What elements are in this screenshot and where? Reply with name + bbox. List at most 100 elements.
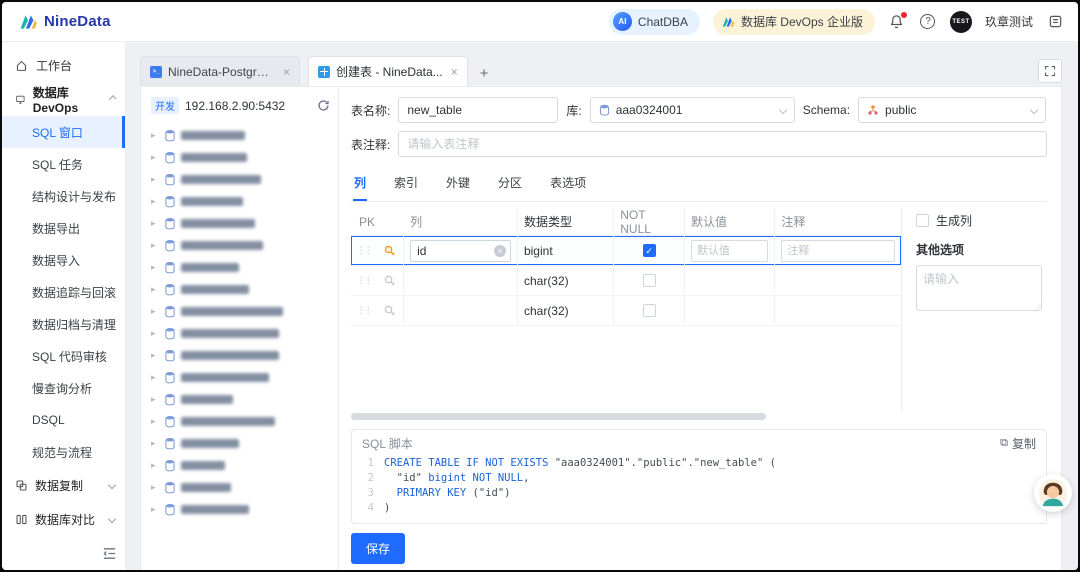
column-row[interactable]: ⋮⋮ char(32) (351, 266, 901, 296)
tree-item[interactable]: ▸ (151, 212, 330, 234)
not-null-checkbox[interactable] (642, 244, 656, 257)
sidebar-item-data-archive-clean[interactable]: 数据归档与清理 (2, 308, 125, 340)
tree-item[interactable]: ▸ (151, 168, 330, 190)
other-options-input[interactable] (916, 265, 1042, 311)
tree-item[interactable]: ▸ (151, 410, 330, 432)
notification-bell-icon[interactable] (888, 11, 907, 31)
column-row[interactable]: ⋮⋮ char(32) (351, 296, 901, 326)
docs-icon[interactable] (1046, 13, 1064, 31)
avatar[interactable]: TEST (949, 10, 972, 33)
sidebar-group-database-compare[interactable]: 数据库对比 (2, 502, 125, 536)
database-select[interactable]: aaa0324001 (589, 97, 795, 123)
tree-item[interactable]: ▸ (151, 366, 330, 388)
close-icon[interactable]: × (283, 65, 290, 79)
edition-badge[interactable]: 数据库 DevOps 企业版 (712, 8, 875, 35)
expand-caret-icon[interactable]: ▸ (151, 394, 159, 405)
tree-item[interactable]: ▸ (151, 278, 330, 300)
not-null-checkbox[interactable] (642, 274, 656, 287)
expand-caret-icon[interactable]: ▸ (151, 372, 159, 383)
drag-handle-icon[interactable]: ⋮⋮ (357, 275, 373, 286)
tree-item[interactable]: ▸ (151, 190, 330, 212)
generated-column-checkbox[interactable] (916, 214, 929, 227)
tab-columns[interactable]: 列 (353, 169, 368, 201)
expand-caret-icon[interactable]: ▸ (151, 504, 159, 515)
close-icon[interactable]: × (451, 65, 458, 79)
sidebar-item-sql-task[interactable]: SQL 任务 (2, 148, 125, 180)
expand-caret-icon[interactable]: ▸ (151, 152, 159, 163)
column-type[interactable]: char(32) (524, 304, 569, 318)
expand-caret-icon[interactable]: ▸ (151, 482, 159, 493)
sidebar-group-data-replication[interactable]: 数据复制 (2, 468, 125, 502)
default-value-input[interactable] (691, 239, 769, 262)
sidebar-group-devops[interactable]: 数据库 DevOps (2, 82, 125, 116)
tree-item[interactable]: ▸ (151, 300, 330, 322)
tab-indexes[interactable]: 索引 (393, 169, 419, 201)
expand-caret-icon[interactable]: ▸ (151, 240, 159, 251)
tree-item[interactable]: ▸ (151, 454, 330, 476)
comment-input[interactable] (781, 239, 895, 262)
expand-caret-icon[interactable]: ▸ (151, 218, 159, 229)
drag-handle-icon[interactable]: ⋮⋮ (357, 305, 373, 316)
help-icon[interactable]: ? (919, 13, 937, 31)
sidebar-item-sql-window[interactable]: SQL 窗口 (2, 116, 125, 148)
connection-address[interactable]: 192.168.2.90:5432 (185, 99, 285, 113)
expand-caret-icon[interactable]: ▸ (151, 306, 159, 317)
clear-icon[interactable]: × (493, 244, 506, 257)
tree-item[interactable]: ▸ (151, 344, 330, 366)
sidebar-item-slow-query-analysis[interactable]: 慢查询分析 (2, 372, 125, 404)
brand[interactable]: NineData (18, 12, 111, 32)
sidebar-item-standard-process[interactable]: 规范与流程 (2, 436, 125, 468)
chatdba-button[interactable]: AI ChatDBA (608, 8, 700, 35)
column-row[interactable]: ⋮⋮ id × bigint (351, 236, 901, 266)
expand-caret-icon[interactable]: ▸ (151, 284, 159, 295)
support-avatar[interactable] (1034, 474, 1072, 512)
tab-table-options[interactable]: 表选项 (549, 169, 587, 201)
column-type[interactable]: char(32) (524, 274, 569, 288)
sidebar-item-schema-design-release[interactable]: 结构设计与发布 (2, 180, 125, 212)
scrollbar-thumb[interactable] (351, 413, 766, 420)
expand-caret-icon[interactable]: ▸ (151, 196, 159, 207)
tab-foreign-keys[interactable]: 外键 (445, 169, 471, 201)
expand-caret-icon[interactable]: ▸ (151, 328, 159, 339)
tree-item[interactable]: ▸ (151, 322, 330, 344)
primary-key-icon[interactable] (383, 304, 396, 317)
refresh-icon[interactable] (317, 99, 330, 112)
column-type[interactable]: bigint (524, 244, 553, 258)
fullscreen-icon[interactable] (1038, 59, 1062, 83)
new-tab-button[interactable]: + (476, 65, 493, 86)
sidebar-item-data-track-rollback[interactable]: 数据追踪与回滚 (2, 276, 125, 308)
sidebar-item-dsql[interactable]: DSQL (2, 404, 125, 436)
copy-button[interactable]: ⧉ 复制 (1000, 435, 1036, 452)
sidebar-item-data-export[interactable]: 数据导出 (2, 212, 125, 244)
tenant-name[interactable]: 玖章测试 (985, 13, 1033, 30)
tree-item[interactable]: ▸ (151, 124, 330, 146)
expand-caret-icon[interactable]: ▸ (151, 174, 159, 185)
sidebar-item-workbench[interactable]: 工作台 (2, 48, 125, 82)
tab-sql-console[interactable]: NineData-PostgreS... × (140, 56, 300, 86)
save-button[interactable]: 保存 (351, 533, 406, 564)
expand-caret-icon[interactable]: ▸ (151, 350, 159, 361)
expand-caret-icon[interactable]: ▸ (151, 416, 159, 427)
not-null-checkbox[interactable] (642, 304, 656, 317)
sidebar-item-sql-code-review[interactable]: SQL 代码审核 (2, 340, 125, 372)
tree-item[interactable]: ▸ (151, 388, 330, 410)
horizontal-scrollbar[interactable] (351, 413, 901, 421)
sidebar-collapse-icon[interactable] (102, 546, 117, 566)
drag-handle-icon[interactable]: ⋮⋮ (357, 245, 373, 256)
expand-caret-icon[interactable]: ▸ (151, 262, 159, 273)
tree-item[interactable]: ▸ (151, 476, 330, 498)
schema-select[interactable]: public (858, 97, 1047, 123)
tree-item[interactable]: ▸ (151, 498, 330, 520)
expand-caret-icon[interactable]: ▸ (151, 438, 159, 449)
primary-key-icon[interactable] (383, 244, 396, 257)
tab-create-table[interactable]: 创建表 - NineData... × (308, 56, 468, 86)
tree-item[interactable]: ▸ (151, 256, 330, 278)
tab-partitions[interactable]: 分区 (497, 169, 523, 201)
table-name-input[interactable] (398, 97, 559, 123)
tree-item[interactable]: ▸ (151, 234, 330, 256)
tree-item[interactable]: ▸ (151, 146, 330, 168)
expand-caret-icon[interactable]: ▸ (151, 130, 159, 141)
primary-key-icon[interactable] (383, 274, 396, 287)
table-comment-input[interactable] (398, 131, 1047, 157)
expand-caret-icon[interactable]: ▸ (151, 460, 159, 471)
